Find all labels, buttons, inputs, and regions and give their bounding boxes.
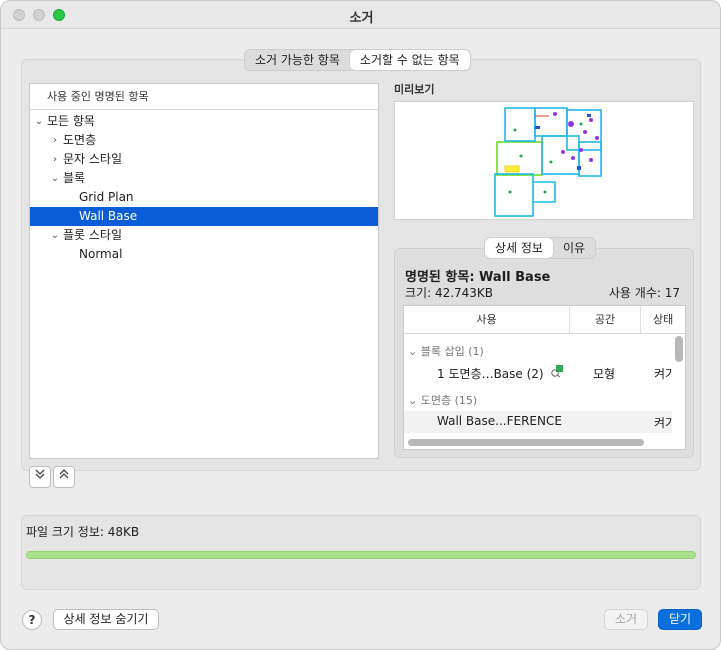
double-chevron-down-icon (35, 469, 45, 479)
item-size: 크기: 42.743KB (405, 286, 494, 300)
hide-details-button[interactable]: 상세 정보 숨기기 (53, 609, 159, 630)
chevron-down-icon[interactable]: ⌄ (408, 345, 417, 358)
tree-item-text-styles[interactable]: › 문자 스타일 (30, 150, 378, 169)
tab-purgeable[interactable]: 소거 가능한 항목 (245, 50, 350, 70)
tab-non-purgeable[interactable]: 소거할 수 없는 항목 (349, 50, 470, 70)
tab-details[interactable]: 상세 정보 (485, 238, 553, 258)
expand-all-button[interactable] (29, 466, 51, 488)
usage-cell-space: 모형 (593, 367, 616, 381)
usage-cell-name: Wall Base...FERENCE (437, 414, 562, 428)
preview-image (394, 101, 694, 220)
help-button[interactable]: ? (22, 610, 42, 630)
window-title: 소거 (349, 11, 374, 26)
usage-count: 사용 개수: 17 (608, 286, 680, 300)
double-chevron-up-icon (59, 469, 69, 479)
usage-cell-name: 1 도면층…Base (2) (437, 367, 544, 381)
title-bar: 소거 (1, 1, 720, 29)
chevron-right-icon[interactable]: › (50, 150, 60, 169)
tree-item-label: 플롯 스타일 (63, 228, 123, 242)
tree-item-plot-styles[interactable]: ⌄ 플롯 스타일 (30, 226, 378, 245)
purge-button[interactable]: 소거 (604, 609, 648, 630)
floor-plan-thumbnail (494, 107, 602, 217)
tree-item-blocks[interactable]: ⌄ 블록 (30, 169, 378, 188)
group-label: 도면층 (15) (420, 394, 478, 407)
tree-item-all[interactable]: ⌄ 모든 항목 (30, 112, 378, 131)
column-header-space[interactable]: 공간 (570, 306, 641, 333)
tree-item-label: 블록 (63, 171, 86, 185)
column-header-use[interactable]: 사용 (404, 306, 570, 333)
column-header-state[interactable]: 상태 (641, 306, 685, 333)
usage-table[interactable]: 사용 공간 상태 ⌄ 블록 삽입 (1) 1 도면층…Base (2) 모형 켜… (403, 305, 686, 450)
vertical-scrollbar[interactable] (675, 336, 683, 362)
progress-fill (27, 552, 695, 558)
usage-cell-state: 켜기 (654, 367, 672, 381)
close-button[interactable]: 닫기 (658, 609, 702, 630)
tree-item-label: Normal (79, 247, 123, 261)
usage-cell-state: 켜기 (654, 416, 672, 430)
chevron-down-icon[interactable]: ⌄ (50, 169, 60, 188)
tree-item-label: 문자 스타일 (63, 152, 123, 166)
purge-dialog: 소거 소거 가능한 항목 소거할 수 없는 항목 사용 중인 명명된 항목 ⌄ … (0, 0, 721, 650)
chevron-right-icon[interactable]: › (50, 131, 60, 150)
purge-mode-tabs: 소거 가능한 항목 소거할 수 없는 항목 (244, 49, 471, 71)
preview-label: 미리보기 (394, 83, 435, 96)
tree-item-label: Grid Plan (79, 190, 134, 204)
tree-item-label: Wall Base (79, 209, 138, 223)
chevron-down-icon[interactable]: ⌄ (34, 112, 44, 131)
group-row-block-inserts[interactable]: ⌄ 블록 삽입 (1) (408, 343, 484, 359)
chevron-down-icon[interactable]: ⌄ (408, 394, 417, 407)
chevron-down-icon[interactable]: ⌄ (50, 226, 60, 245)
tree-item-grid-plan[interactable]: Grid Plan (30, 188, 378, 207)
file-size-progress-bar (26, 551, 696, 559)
tab-reason[interactable]: 이유 (553, 238, 595, 258)
file-size-info: 파일 크기 정보: 48KB (26, 525, 140, 539)
tree-item-wall-base[interactable]: Wall Base (30, 207, 378, 226)
group-row-layers[interactable]: ⌄ 도면층 (15) (408, 392, 477, 408)
named-items-tree[interactable]: 사용 중인 명명된 항목 ⌄ 모든 항목 › 도면층 › 문자 스타일 ⌄ 블록… (29, 83, 379, 459)
horizontal-scrollbar[interactable] (408, 439, 644, 446)
tree-item-label: 도면층 (63, 133, 97, 147)
group-label: 블록 삽입 (1) (420, 345, 484, 358)
tree-item-label: 모든 항목 (47, 114, 95, 128)
detail-tabs: 상세 정보 이유 (484, 237, 597, 259)
tree-item-layers[interactable]: › 도면층 (30, 131, 378, 150)
table-header: 사용 공간 상태 (404, 306, 685, 334)
tree-header: 사용 중인 명명된 항목 (30, 84, 378, 110)
named-item-title: 명명된 항목: Wall Base (405, 270, 551, 285)
block-insert-icon (550, 364, 564, 381)
collapse-all-button[interactable] (53, 466, 75, 488)
tree-item-normal[interactable]: Normal (30, 245, 378, 264)
